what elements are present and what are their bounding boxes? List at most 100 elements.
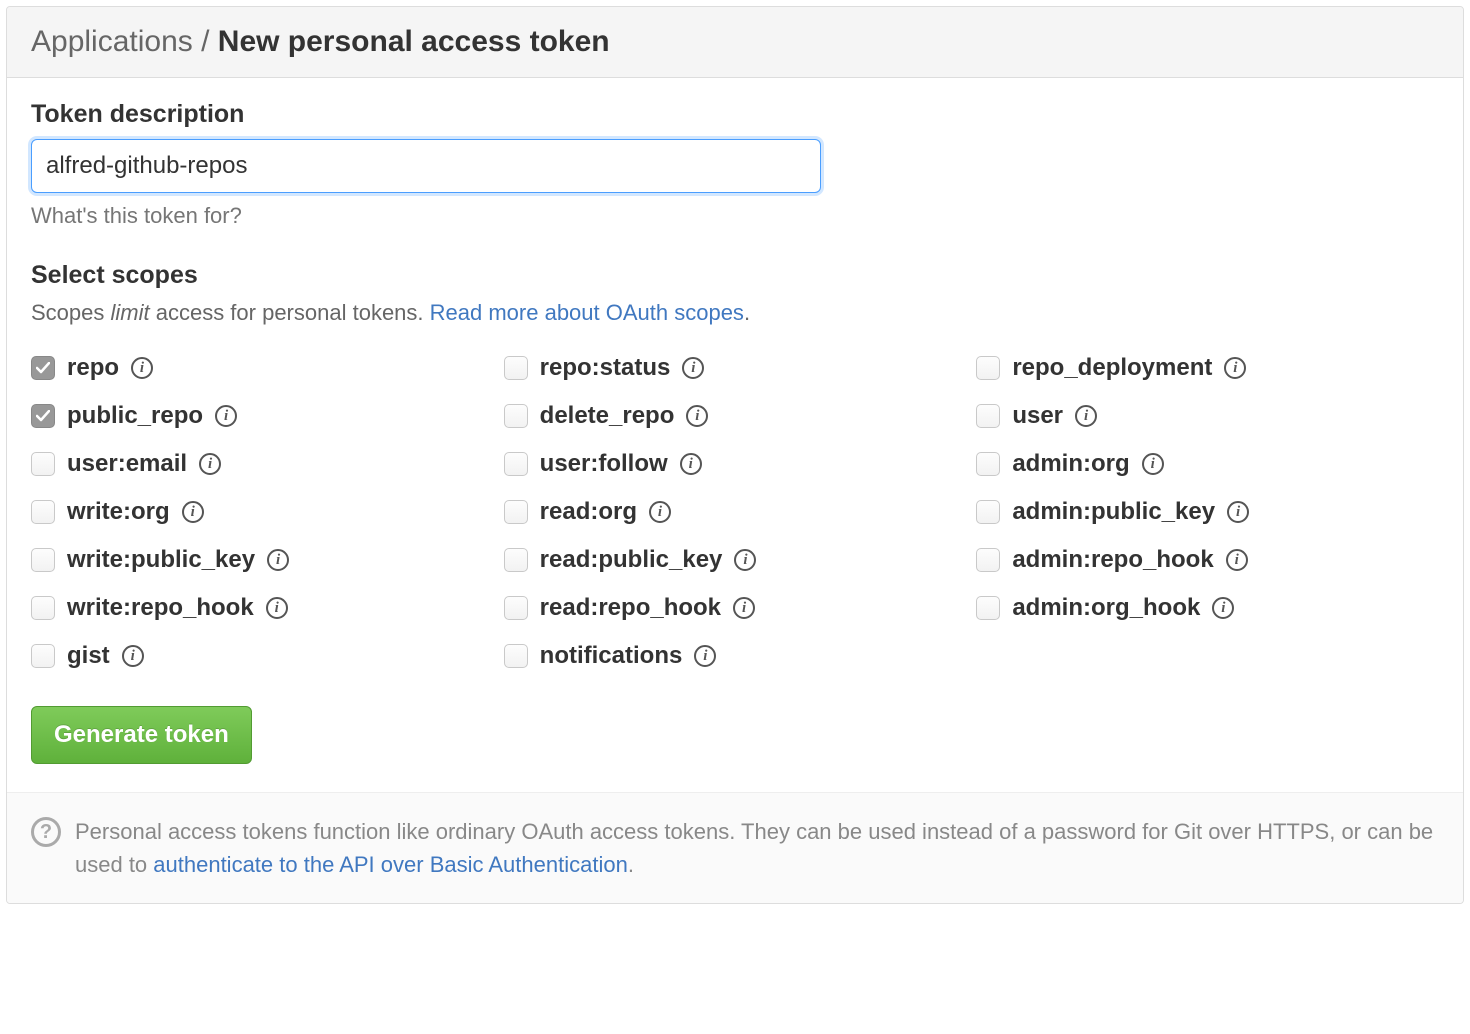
scope-checkbox[interactable]	[976, 404, 1000, 428]
panel-header: Applications / New personal access token	[7, 7, 1463, 78]
scope-item-write-org: write:org i	[31, 488, 494, 536]
info-icon[interactable]: i	[694, 645, 716, 667]
scope-checkbox[interactable]	[976, 548, 1000, 572]
scope-item-admin-org-hook: admin:org_hook i	[976, 584, 1439, 632]
info-icon[interactable]: i	[182, 501, 204, 523]
scope-checkbox[interactable]	[31, 500, 55, 524]
scope-label[interactable]: write:repo_hook	[67, 594, 254, 622]
scope-checkbox[interactable]	[976, 452, 1000, 476]
scope-checkbox[interactable]	[31, 452, 55, 476]
scope-label[interactable]: read:public_key	[540, 546, 723, 574]
scope-item-read-public-key: read:public_key i	[504, 536, 967, 584]
scope-label[interactable]: gist	[67, 642, 110, 670]
scope-label[interactable]: read:repo_hook	[540, 594, 721, 622]
scope-label[interactable]: repo:status	[540, 354, 671, 382]
scope-checkbox[interactable]	[504, 452, 528, 476]
scope-checkbox[interactable]	[504, 548, 528, 572]
scope-label[interactable]: admin:repo_hook	[1012, 546, 1213, 574]
scope-checkbox[interactable]	[504, 356, 528, 380]
scope-label[interactable]: user:email	[67, 450, 187, 478]
scope-label[interactable]: admin:org	[1012, 450, 1129, 478]
scope-item-admin-public-key: admin:public_key i	[976, 488, 1439, 536]
page-title: New personal access token	[218, 25, 610, 58]
scopes-desc-em: limit	[111, 300, 150, 325]
info-icon[interactable]: i	[215, 405, 237, 427]
scope-label[interactable]: write:org	[67, 498, 170, 526]
info-icon[interactable]: i	[1075, 405, 1097, 427]
info-icon[interactable]: i	[1227, 501, 1249, 523]
info-icon[interactable]: i	[266, 597, 288, 619]
scope-label[interactable]: delete_repo	[540, 402, 675, 430]
scope-checkbox[interactable]	[31, 404, 55, 428]
scope-checkbox[interactable]	[976, 500, 1000, 524]
scope-checkbox[interactable]	[31, 356, 55, 380]
token-description-hint: What's this token for?	[31, 203, 1439, 229]
scope-checkbox[interactable]	[976, 356, 1000, 380]
select-scopes-label: Select scopes	[31, 261, 1439, 290]
footer-text: Personal access tokens function like ord…	[75, 815, 1439, 881]
oauth-scopes-link[interactable]: Read more about OAuth scopes	[430, 300, 744, 325]
scope-label[interactable]: admin:org_hook	[1012, 594, 1200, 622]
scopes-desc-post: access for personal tokens.	[150, 300, 430, 325]
info-icon[interactable]: i	[199, 453, 221, 475]
scope-label[interactable]: notifications	[540, 642, 683, 670]
scope-label[interactable]: repo_deployment	[1012, 354, 1212, 382]
scope-item-user-follow: user:follow i	[504, 440, 967, 488]
scopes-grid: repoirepo:statusirepo_deploymentipublic_…	[31, 344, 1439, 680]
footer-auth-link[interactable]: authenticate to the API over Basic Authe…	[153, 852, 628, 877]
scope-item-repo-deployment: repo_deployment i	[976, 344, 1439, 392]
scope-checkbox[interactable]	[504, 404, 528, 428]
scope-item-read-repo-hook: read:repo_hook i	[504, 584, 967, 632]
info-icon[interactable]: i	[1226, 549, 1248, 571]
scope-item-delete-repo: delete_repo i	[504, 392, 967, 440]
scope-checkbox[interactable]	[504, 596, 528, 620]
scope-item-read-org: read:org i	[504, 488, 967, 536]
info-icon[interactable]: i	[649, 501, 671, 523]
info-icon[interactable]: i	[267, 549, 289, 571]
scope-item-user: useri	[976, 392, 1439, 440]
scope-item-notifications: notifications i	[504, 632, 967, 680]
scope-item-admin-repo-hook: admin:repo_hook i	[976, 536, 1439, 584]
scope-label[interactable]: read:org	[540, 498, 637, 526]
scope-checkbox[interactable]	[31, 596, 55, 620]
scopes-description: Scopes limit access for personal tokens.…	[31, 300, 1439, 326]
scope-label[interactable]: repo	[67, 354, 119, 382]
token-panel: Applications / New personal access token…	[6, 6, 1464, 904]
scopes-desc-pre: Scopes	[31, 300, 111, 325]
info-icon[interactable]: i	[686, 405, 708, 427]
scope-item-admin-org: admin:org i	[976, 440, 1439, 488]
panel-footer: ? Personal access tokens function like o…	[7, 792, 1463, 903]
scope-item-repo-status: repo:status i	[504, 344, 967, 392]
panel-body: Token description What's this token for?…	[7, 78, 1463, 792]
scope-item-write-repo-hook: write:repo_hook i	[31, 584, 494, 632]
generate-token-button[interactable]: Generate token	[31, 706, 252, 764]
info-icon[interactable]: i	[122, 645, 144, 667]
scope-checkbox[interactable]	[31, 644, 55, 668]
scope-checkbox[interactable]	[504, 644, 528, 668]
info-icon[interactable]: i	[1212, 597, 1234, 619]
scope-label[interactable]: user:follow	[540, 450, 668, 478]
info-icon[interactable]: i	[733, 597, 755, 619]
scope-item-repo: repoi	[31, 344, 494, 392]
scope-label[interactable]: user	[1012, 402, 1063, 430]
info-icon[interactable]: i	[131, 357, 153, 379]
scope-label[interactable]: write:public_key	[67, 546, 255, 574]
token-description-input[interactable]	[31, 139, 821, 193]
scope-label[interactable]: public_repo	[67, 402, 203, 430]
help-icon: ?	[31, 817, 61, 847]
scope-item-user-email: user:email i	[31, 440, 494, 488]
info-icon[interactable]: i	[682, 357, 704, 379]
scope-item-write-public-key: write:public_key i	[31, 536, 494, 584]
scope-item-public-repo: public_repo i	[31, 392, 494, 440]
token-description-label: Token description	[31, 100, 1439, 129]
info-icon[interactable]: i	[1142, 453, 1164, 475]
breadcrumb[interactable]: Applications	[31, 25, 193, 58]
breadcrumb-separator: /	[193, 25, 218, 58]
info-icon[interactable]: i	[734, 549, 756, 571]
scope-checkbox[interactable]	[504, 500, 528, 524]
info-icon[interactable]: i	[1224, 357, 1246, 379]
scope-checkbox[interactable]	[976, 596, 1000, 620]
scope-label[interactable]: admin:public_key	[1012, 498, 1215, 526]
info-icon[interactable]: i	[680, 453, 702, 475]
scope-checkbox[interactable]	[31, 548, 55, 572]
